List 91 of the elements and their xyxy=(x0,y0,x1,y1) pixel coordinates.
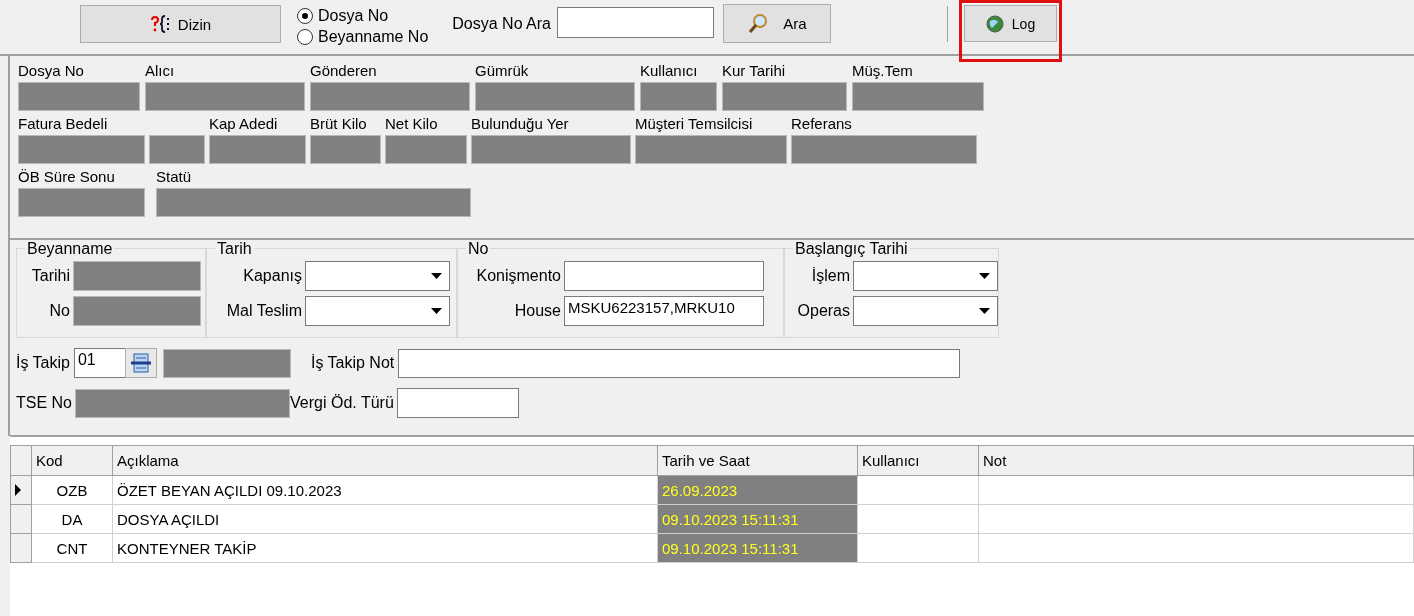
dropdown[interactable] xyxy=(305,296,450,326)
lookup-button[interactable] xyxy=(124,348,157,378)
text-field[interactable] xyxy=(396,388,519,418)
globe-icon xyxy=(985,14,1004,33)
readonly-field[interactable] xyxy=(75,388,290,418)
field-label: Fatura Bedeli xyxy=(18,115,109,134)
field-label: Kapanış xyxy=(242,267,302,285)
search-button[interactable]: Ara xyxy=(723,4,831,43)
readonly-field[interactable] xyxy=(640,82,717,111)
readonly-field[interactable] xyxy=(149,135,205,164)
field-label: Brüt Kilo xyxy=(310,115,368,134)
table-cell: KONTEYNER TAKİP xyxy=(112,533,658,563)
field-label: İş Takip Not xyxy=(310,354,395,372)
field-label: Kap Adedi xyxy=(209,115,279,134)
index-button[interactable]: Dizin xyxy=(80,5,281,43)
readonly-field[interactable] xyxy=(209,135,306,164)
table-cell: DOSYA AÇILDI xyxy=(112,504,658,534)
field-label: İşlem xyxy=(810,267,850,285)
readonly-field[interactable] xyxy=(791,135,977,164)
field-label: Bulunduğu Yer xyxy=(471,115,570,134)
readonly-field[interactable] xyxy=(73,296,201,326)
current-row-icon xyxy=(15,483,21,496)
dropdown-arrow-icon xyxy=(430,308,442,314)
code-field[interactable]: 01 xyxy=(73,348,126,378)
table-cell: CNT xyxy=(31,533,113,563)
field-label: Kullanıcı xyxy=(640,62,699,81)
column-header[interactable]: Kullanıcı xyxy=(857,445,979,476)
field-label: Gümrük xyxy=(475,62,530,81)
dropdown[interactable] xyxy=(305,261,450,291)
dropdown-arrow-icon xyxy=(430,273,442,279)
readonly-field[interactable] xyxy=(385,135,467,164)
field-label: Müşteri Temsilcisi xyxy=(635,115,754,134)
dropdown-arrow-icon xyxy=(978,273,990,279)
search-label: Dosya No Ara xyxy=(452,15,551,33)
readonly-field[interactable] xyxy=(145,82,305,111)
field-label: Konişmento xyxy=(475,267,561,285)
field-label: No xyxy=(48,302,70,320)
field-label: Referans xyxy=(791,115,853,134)
readonly-field[interactable] xyxy=(722,82,847,111)
column-header[interactable]: Tarih ve Saat xyxy=(657,445,858,476)
search-icon xyxy=(747,12,770,35)
field-label: Kur Tarihi xyxy=(722,62,787,81)
group-title: Beyanname xyxy=(25,240,115,258)
field-label: Statü xyxy=(156,168,193,187)
field-label: Alıcı xyxy=(145,62,176,81)
help-brace-icon xyxy=(149,15,172,33)
table-cell: OZB xyxy=(31,475,113,505)
readonly-field[interactable] xyxy=(162,348,291,378)
field-label: İş Takip xyxy=(16,354,70,372)
readonly-field[interactable] xyxy=(635,135,787,164)
column-header[interactable]: Not xyxy=(978,445,1414,476)
dropdown-arrow-icon xyxy=(978,308,990,314)
field-label: Operas xyxy=(796,302,850,320)
field-label: Müş.Tem xyxy=(852,62,914,81)
radio-option[interactable]: Beyanname No xyxy=(297,26,429,47)
readonly-field[interactable] xyxy=(18,135,145,164)
table-cell: 09.10.2023 15:11:31 xyxy=(657,504,858,534)
list-icon xyxy=(129,352,152,374)
note-field[interactable] xyxy=(398,348,961,378)
field-label: ÖB Süre Sonu xyxy=(18,168,116,187)
readonly-field[interactable] xyxy=(156,188,471,217)
dropdown[interactable] xyxy=(853,261,998,291)
field-label: Mal Teslim xyxy=(225,302,302,320)
readonly-field[interactable] xyxy=(852,82,984,111)
radio-option[interactable]: Dosya No xyxy=(297,5,429,26)
text-field[interactable] xyxy=(564,261,764,291)
column-header[interactable]: Kod xyxy=(31,445,113,476)
field-label: Gönderen xyxy=(310,62,378,81)
log-button[interactable]: Log xyxy=(964,5,1057,42)
readonly-field[interactable] xyxy=(475,82,635,111)
readonly-field[interactable] xyxy=(18,82,140,111)
group-title: Başlangıç Tarihi xyxy=(793,240,910,258)
column-header[interactable]: Açıklama xyxy=(112,445,658,476)
readonly-field[interactable] xyxy=(310,135,381,164)
text-field[interactable]: MSKU6223157,MRKU10 xyxy=(564,296,764,326)
table-cell: DA xyxy=(31,504,113,534)
readonly-field[interactable] xyxy=(18,188,145,217)
field-label: Vergi Öd. Türü xyxy=(290,394,394,412)
table-cell: 26.09.2023 xyxy=(657,475,858,505)
table-cell: ÖZET BEYAN AÇILDI 09.10.2023 xyxy=(112,475,658,505)
field-label: TSE No xyxy=(16,394,72,412)
readonly-field[interactable] xyxy=(73,261,201,291)
field-label: Dosya No xyxy=(18,62,85,81)
readonly-field[interactable] xyxy=(471,135,631,164)
table-cell: 09.10.2023 15:11:31 xyxy=(657,533,858,563)
readonly-field[interactable] xyxy=(310,82,470,111)
field-label: Tarihi xyxy=(30,267,70,285)
field-label: Net Kilo xyxy=(385,115,439,134)
search-field[interactable] xyxy=(557,7,714,38)
field-label: House xyxy=(513,302,561,320)
dropdown[interactable] xyxy=(853,296,998,326)
